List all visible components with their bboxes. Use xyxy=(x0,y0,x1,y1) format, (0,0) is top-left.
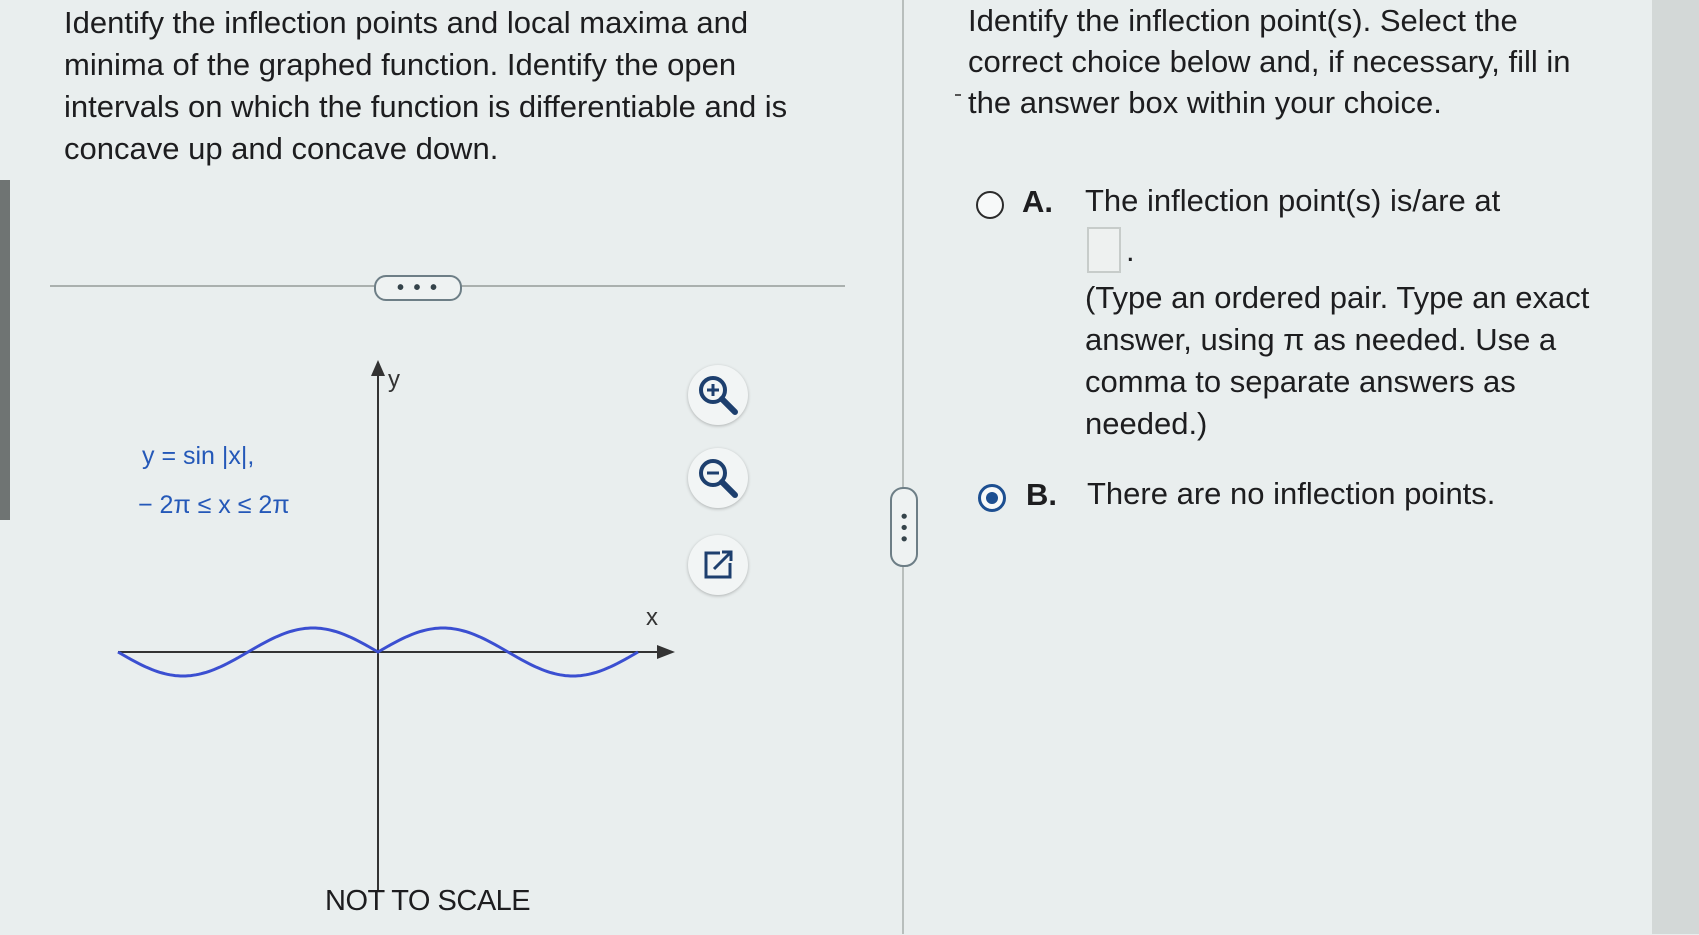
y-axis-arrow xyxy=(371,360,385,376)
choice-a-hint: (Type an ordered pair. Type an exact ans… xyxy=(1085,280,1590,441)
x-axis-label: x xyxy=(646,604,658,631)
question-text: Identify the inflection point(s). Select… xyxy=(968,3,1571,120)
tick-mark xyxy=(955,94,961,96)
y-axis-label: y xyxy=(388,366,400,393)
choice-a-radio[interactable] xyxy=(976,191,1004,219)
external-link-icon xyxy=(704,550,733,579)
x-axis-arrow xyxy=(657,645,675,659)
popout-button[interactable] xyxy=(688,535,748,595)
answer-period: . xyxy=(1126,233,1135,268)
choice-a-letter: A. xyxy=(1022,184,1053,219)
zoom-in-icon xyxy=(699,376,738,415)
choice-a-text: The inflection point(s) is/are at xyxy=(1085,183,1501,218)
zoom-out-icon xyxy=(699,459,738,498)
function-label: y = sin |x|, xyxy=(142,442,254,470)
choice-b-letter: B. xyxy=(1026,477,1057,512)
domain-label: − 2π ≤ x ≤ 2π xyxy=(138,491,290,519)
choice-b-radio[interactable] xyxy=(978,484,1006,512)
left-edge-bar xyxy=(0,180,10,520)
panel-resize-handle[interactable]: • • • xyxy=(890,487,918,567)
answer-input[interactable] xyxy=(1087,227,1121,273)
right-edge-bar xyxy=(1652,0,1699,934)
panel-divider xyxy=(902,0,904,934)
function-graph: y x y = sin |x|, − 2π ≤ x ≤ 2π xyxy=(117,360,675,890)
zoom-out-button[interactable] xyxy=(688,448,748,508)
not-to-scale-note: NOT TO SCALE xyxy=(325,885,531,917)
choice-b-text: There are no inflection points. xyxy=(1087,476,1496,511)
expand-divider-button[interactable]: • • • xyxy=(374,275,462,301)
zoom-in-button[interactable] xyxy=(688,365,748,425)
problem-prompt: Identify the inflection points and local… xyxy=(64,5,788,166)
